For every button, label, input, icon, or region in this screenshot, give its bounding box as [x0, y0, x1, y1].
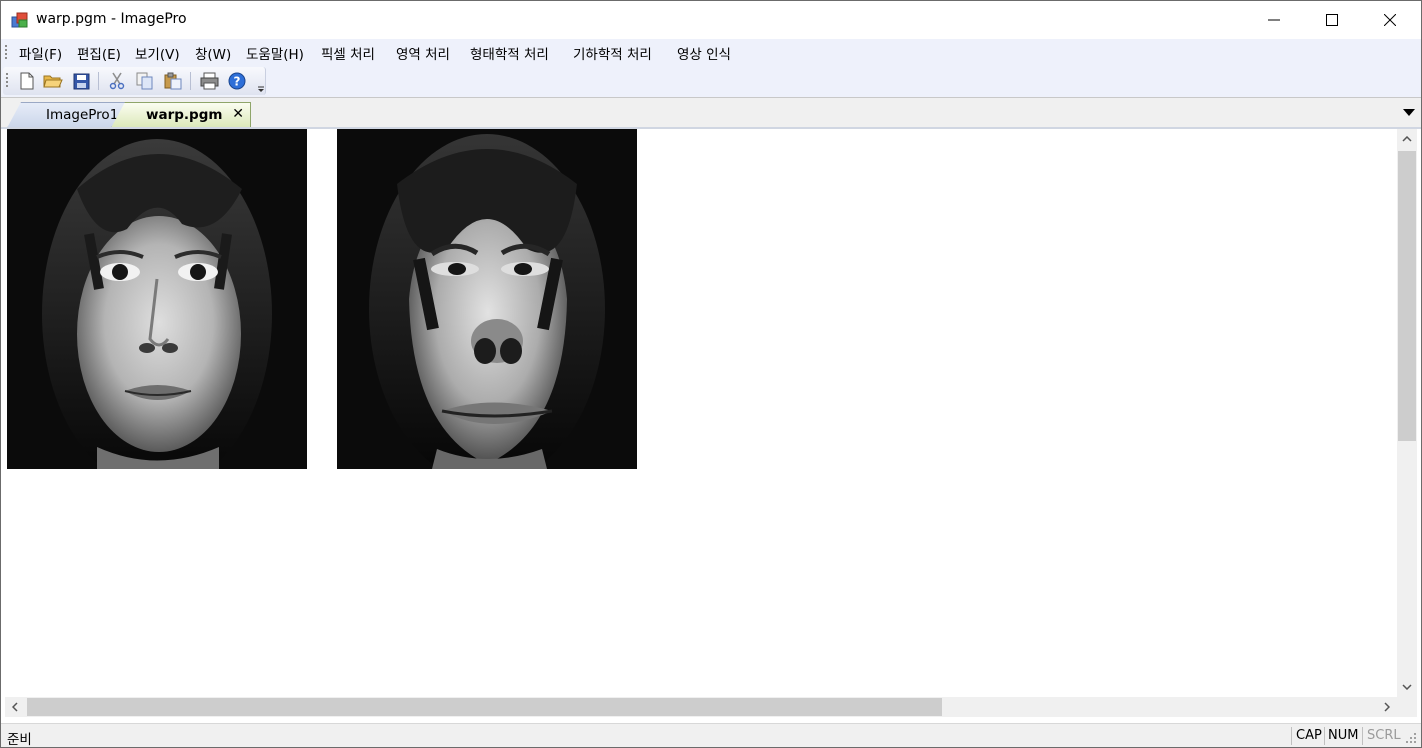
status-separator — [1362, 727, 1363, 745]
image-view-area[interactable] — [5, 129, 1397, 697]
scroll-left-icon[interactable] — [5, 697, 25, 717]
scroll-up-icon[interactable] — [1397, 129, 1417, 149]
resize-grip-icon[interactable] — [1405, 732, 1417, 747]
cut-scissors-icon[interactable] — [106, 71, 128, 91]
app-window: warp.pgm - ImagePro 파일(F) 편집(E) 보기(V) 창(… — [0, 0, 1422, 748]
close-icon — [1384, 14, 1396, 26]
toolbar-separator — [98, 72, 99, 90]
vertical-scrollbar[interactable] — [1397, 129, 1417, 697]
maximize-button[interactable] — [1303, 1, 1361, 39]
document-tab-strip: ImagePro1 warp.pgm ✕ — [1, 97, 1421, 128]
menu-view[interactable]: 보기(V) — [135, 43, 180, 63]
title-bar[interactable]: warp.pgm - ImagePro — [1, 1, 1421, 39]
minimize-icon — [1268, 19, 1280, 21]
menu-help[interactable]: 도움말(H) — [246, 43, 304, 63]
menu-image-recognition[interactable]: 영상 인식 — [677, 43, 731, 63]
scroll-down-icon[interactable] — [1397, 677, 1417, 697]
tab-list-dropdown-icon[interactable] — [1403, 106, 1415, 121]
status-separator — [1291, 727, 1292, 745]
horizontal-scroll-thumb[interactable] — [27, 698, 942, 716]
caps-lock-indicator: CAP — [1296, 728, 1322, 743]
scroll-right-icon[interactable] — [1377, 697, 1397, 717]
menu-bar: 파일(F) 편집(E) 보기(V) 창(W) 도움말(H) 픽셀 처리 영역 처… — [1, 39, 1421, 65]
chevron-down-icon — [258, 86, 264, 92]
toolbar-row: ? — [1, 65, 1421, 97]
svg-text:?: ? — [234, 75, 241, 89]
toolbar-overflow-button[interactable] — [255, 69, 267, 93]
window-title: warp.pgm - ImagePro — [36, 11, 187, 27]
menu-morphology[interactable]: 형태학적 처리 — [470, 43, 549, 63]
original-image — [7, 129, 307, 469]
tab-label: ImagePro1 — [46, 107, 119, 123]
toolbar-grip[interactable] — [6, 73, 8, 87]
tab-warp-pgm[interactable]: warp.pgm ✕ — [111, 102, 251, 128]
open-folder-icon[interactable] — [42, 71, 64, 91]
menu-edit[interactable]: 편집(E) — [77, 43, 121, 63]
menu-file[interactable]: 파일(F) — [19, 43, 62, 63]
print-icon[interactable] — [198, 71, 220, 91]
save-disk-icon[interactable] — [70, 71, 92, 91]
maximize-icon — [1326, 14, 1338, 26]
status-message: 준비 — [7, 732, 32, 748]
menu-geometric[interactable]: 기하학적 처리 — [573, 43, 652, 63]
scrollbar-corner — [1397, 697, 1417, 717]
status-separator — [1324, 727, 1325, 745]
tab-label: warp.pgm — [146, 107, 223, 123]
num-lock-indicator: NUM — [1328, 728, 1359, 743]
menubar-grip[interactable] — [5, 45, 7, 59]
menu-window[interactable]: 창(W) — [195, 43, 231, 63]
close-tab-icon[interactable]: ✕ — [232, 106, 244, 122]
app-logo-icon — [11, 11, 29, 29]
standard-toolbar: ? — [3, 67, 266, 95]
scroll-lock-indicator: SCRL — [1367, 728, 1401, 743]
status-bar: 준비 CAP NUM SCRL — [1, 723, 1421, 748]
copy-icon[interactable] — [134, 71, 156, 91]
paste-icon[interactable] — [162, 71, 184, 91]
minimize-button[interactable] — [1245, 1, 1303, 39]
menu-area-processing[interactable]: 영역 처리 — [396, 43, 450, 63]
horizontal-scrollbar[interactable] — [5, 697, 1397, 717]
menu-pixel-processing[interactable]: 픽셀 처리 — [321, 43, 375, 63]
help-icon[interactable]: ? — [226, 71, 248, 91]
vertical-scroll-thumb[interactable] — [1398, 151, 1416, 441]
warped-image — [337, 129, 637, 469]
new-file-icon[interactable] — [16, 71, 38, 91]
close-window-button[interactable] — [1361, 1, 1419, 39]
tab-imagepro1[interactable]: ImagePro1 — [7, 102, 127, 128]
toolbar-separator — [190, 72, 191, 90]
